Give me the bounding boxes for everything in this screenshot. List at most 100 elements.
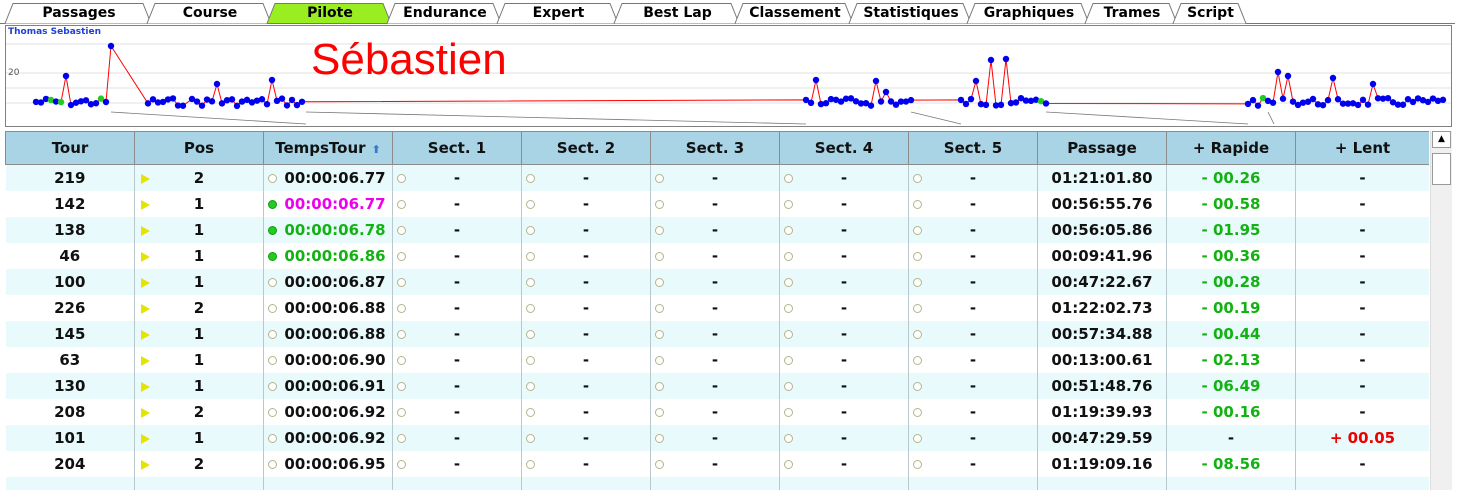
empty-dot-icon <box>784 304 793 313</box>
cell-passage: 00:09:41.96 <box>1037 243 1167 269</box>
empty-dot-icon <box>913 330 922 339</box>
empty-dot-icon <box>655 460 664 469</box>
empty-dot-icon <box>397 330 406 339</box>
empty-dot-icon <box>526 408 535 417</box>
table-row[interactable]: 100 1 00:00:06.87 - - - - - 00:47:22.67 - 00.28 - <box>5 269 1429 295</box>
cell-passage: 01:22:02.73 <box>1037 295 1167 321</box>
table-row[interactable]: 226 2 00:00:06.88 - - - - - 01:22:02.73 - 00.19 - <box>5 295 1429 321</box>
column-header-sect-2[interactable]: Sect. 2 <box>521 131 651 165</box>
cell-s2: - <box>521 243 651 269</box>
scroll-up-arrow-icon[interactable]: ▲ <box>1432 131 1451 148</box>
cell-passage: 00:47:29.59 <box>1037 425 1167 451</box>
cell-passage: 01:21:01.80 <box>1037 164 1167 191</box>
tab-course[interactable]: Course <box>153 3 267 23</box>
table-row[interactable]: 130 1 00:00:06.91 - - - - - 00:51:48.76 - 06.49 - <box>5 373 1429 399</box>
cell-s4: - <box>779 373 909 399</box>
cell-tour: 145 <box>5 321 135 347</box>
empty-dot-icon <box>526 252 535 261</box>
tab-script[interactable]: Script <box>1179 3 1242 23</box>
tab-statistiques[interactable]: Statistiques <box>855 3 967 23</box>
cell-value: 00:00:06.77 <box>284 195 386 213</box>
cell-value: - <box>840 299 848 317</box>
tab-best-lap[interactable]: Best Lap <box>620 3 735 23</box>
table-row[interactable]: 101 1 00:00:06.92 - - - - - 00:47:29.59 - + 00.05 <box>5 425 1429 451</box>
sort-up-arrow-icon[interactable]: ⬆ <box>372 143 381 156</box>
empty-dot-icon <box>268 408 277 417</box>
cell-s4: - <box>779 451 909 477</box>
vertical-scrollbar[interactable]: ▲ <box>1430 131 1452 490</box>
empty-dot-icon <box>526 434 535 443</box>
position-marker-icon <box>141 226 150 236</box>
chart-point <box>882 88 890 96</box>
column-header-tempstour[interactable]: TempsTour ⬆ <box>263 131 393 165</box>
laps-table: Tour Pos TempsTour ⬆ Sect. 1 Sect. 2 Sect. 3 Se… <box>5 131 1429 490</box>
empty-dot-icon <box>397 174 406 183</box>
empty-dot-icon <box>268 174 277 183</box>
table-row[interactable] <box>5 477 1429 490</box>
cell-s4: - <box>779 425 909 451</box>
cell-lent: - <box>1295 347 1429 373</box>
tab-passages[interactable]: Passages <box>11 3 147 23</box>
empty-dot-icon <box>397 252 406 261</box>
cell-s4: - <box>779 347 909 373</box>
cell-value: 100 <box>54 273 86 291</box>
cell-value: - <box>582 247 590 265</box>
tab-classement[interactable]: Classement <box>741 3 849 23</box>
cell-value: 00:00:06.87 <box>284 273 386 291</box>
column-header-tour[interactable]: Tour <box>5 131 135 165</box>
cell-value: - <box>1359 455 1366 473</box>
column-header-rapide[interactable]: + Rapide <box>1166 131 1296 165</box>
table-row[interactable]: 142 1 00:00:06.77 - - - - - 00:56:55.76 - 00.58 - <box>5 191 1429 217</box>
tab-graphiques[interactable]: Graphiques <box>973 3 1085 23</box>
table-row[interactable]: 145 1 00:00:06.88 - - - - - 00:57:34.88 - 00.44 - <box>5 321 1429 347</box>
column-header-pos[interactable]: Pos <box>134 131 264 165</box>
cell-value: - <box>840 351 848 369</box>
table-row[interactable]: 138 1 00:00:06.78 - - - - - 00:56:05.86 - 01.95 - <box>5 217 1429 243</box>
column-header-lent[interactable]: + Lent <box>1295 131 1429 165</box>
cell-tour: 219 <box>5 164 135 191</box>
table-row[interactable]: 46 1 00:00:06.86 - - - - - 00:09:41.96 - 00.36 - <box>5 243 1429 269</box>
chart-point <box>62 72 70 80</box>
tab-pilote[interactable]: Pilote <box>273 3 387 23</box>
table-row[interactable]: 219 2 00:00:06.77 - - - - - 01:21:01.80 - 00.26 - <box>5 164 1429 191</box>
tab-trames[interactable]: Trames <box>1091 3 1173 23</box>
chart-point <box>1279 95 1287 102</box>
table-row[interactable]: 208 2 00:00:06.92 - - - - - 01:19:39.93 - 00.16 - <box>5 399 1429 425</box>
cell-temps: 00:00:06.90 <box>263 347 393 373</box>
chart-point <box>233 102 241 110</box>
cell-value: - <box>969 299 977 317</box>
chart-point <box>1354 101 1362 109</box>
scroll-thumb[interactable] <box>1432 153 1451 185</box>
chart-connector <box>305 111 807 125</box>
cell-rapide <box>1166 477 1296 490</box>
column-header-sect-4[interactable]: Sect. 4 <box>779 131 909 165</box>
column-header-passage[interactable]: Passage <box>1037 131 1167 165</box>
cell-value: 101 <box>54 429 86 447</box>
table-row[interactable]: 63 1 00:00:06.90 - - - - - 00:13:00.61 - 02.13 - <box>5 347 1429 373</box>
column-header-sect-1[interactable]: Sect. 1 <box>392 131 522 165</box>
column-header-sect-3[interactable]: Sect. 3 <box>650 131 780 165</box>
cell-pos: 2 <box>134 399 264 425</box>
cell-pos: 1 <box>134 243 264 269</box>
cell-temps: 00:00:06.92 <box>263 425 393 451</box>
cell-s4: - <box>779 243 909 269</box>
chart-point <box>1329 74 1337 82</box>
cell-value: - 00.19 <box>1201 299 1261 317</box>
table-row[interactable]: 204 2 00:00:06.95 - - - - - 01:19:09.16 - 08.56 - <box>5 451 1429 477</box>
cell-s5: - <box>908 269 1038 295</box>
cell-lent <box>1295 477 1429 490</box>
chart-plot <box>6 42 1451 125</box>
empty-dot-icon <box>397 304 406 313</box>
cell-s2: - <box>521 425 651 451</box>
tab-endurance[interactable]: Endurance <box>393 3 497 23</box>
chart-point <box>1359 96 1367 104</box>
cell-temps: 00:00:06.77 <box>263 191 393 217</box>
chart-point <box>1334 96 1342 103</box>
cell-value: - <box>711 325 719 343</box>
cell-s3: - <box>650 347 780 373</box>
cell-s4: - <box>779 295 909 321</box>
column-header-label: + Lent <box>1334 139 1391 157</box>
cell-value: - <box>969 377 977 395</box>
column-header-sect-5[interactable]: Sect. 5 <box>908 131 1038 165</box>
tab-expert[interactable]: Expert <box>503 3 614 23</box>
